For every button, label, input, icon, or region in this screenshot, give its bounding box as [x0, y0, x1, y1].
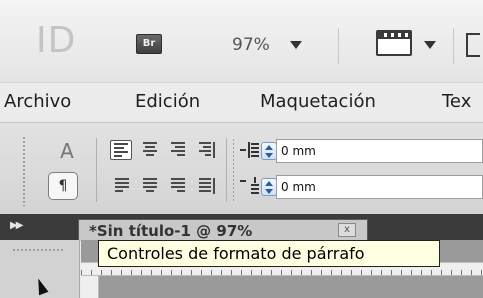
- align-center-icon[interactable]: [140, 140, 162, 160]
- menu-edicion[interactable]: Edición: [135, 91, 200, 113]
- first-line-indent-icon: [240, 176, 260, 198]
- justify-center-icon[interactable]: [140, 176, 162, 196]
- align-towards-spine-icon[interactable]: [196, 140, 218, 160]
- screen-mode-icon[interactable]: [466, 33, 480, 57]
- menu-maquetacion[interactable]: Maquetación: [260, 91, 376, 113]
- document-tab[interactable]: *Sin título-1 @ 97%: [78, 219, 368, 241]
- zoom-level-field[interactable]: 97%: [232, 33, 270, 57]
- left-indent-field[interactable]: 0 mm: [276, 139, 483, 163]
- panel-grip-icon[interactable]: [22, 136, 26, 206]
- character-controls-button[interactable]: A: [54, 138, 80, 164]
- justify-all-icon[interactable]: [196, 176, 218, 196]
- expand-panels-icon[interactable]: ▶▶: [10, 220, 23, 231]
- panel-separator: [96, 138, 97, 202]
- application-bar: ID Br 97%: [0, 0, 483, 82]
- justify-right-icon[interactable]: [168, 176, 190, 196]
- toolbar-separator: [453, 28, 454, 64]
- panel-grip-icon: [232, 138, 234, 202]
- panel-separator: [226, 138, 227, 202]
- vertical-ruler: [81, 276, 99, 298]
- toolbar-separator: [338, 28, 339, 64]
- control-panel: [0, 122, 483, 214]
- close-document-icon[interactable]: x: [338, 223, 356, 237]
- tools-panel-grip-icon[interactable]: [12, 248, 64, 252]
- zoom-dropdown-icon[interactable]: [290, 41, 302, 49]
- menu-archivo[interactable]: Archivo: [4, 91, 71, 113]
- left-indent-stepper[interactable]: [261, 142, 277, 160]
- indesign-logo: ID: [36, 20, 77, 61]
- bridge-button[interactable]: Br: [136, 34, 162, 54]
- view-options-icon[interactable]: [376, 30, 412, 56]
- tooltip: Controles de formato de párrafo: [98, 240, 440, 267]
- document-tab-title: *Sin título-1 @ 97%: [89, 222, 253, 240]
- menu-texto[interactable]: Tex: [442, 91, 471, 113]
- menu-bar: Archivo Edición Maquetación Tex: [0, 82, 483, 122]
- justify-left-icon[interactable]: [112, 176, 134, 196]
- view-options-dropdown-icon[interactable]: [424, 41, 436, 49]
- align-right-icon[interactable]: [168, 140, 190, 160]
- align-left-icon[interactable]: [110, 140, 132, 160]
- left-indent-icon: [240, 140, 260, 162]
- first-line-indent-stepper[interactable]: [261, 178, 277, 196]
- first-line-indent-field[interactable]: 0 mm: [276, 175, 483, 199]
- paragraph-controls-button[interactable]: ¶: [48, 172, 78, 200]
